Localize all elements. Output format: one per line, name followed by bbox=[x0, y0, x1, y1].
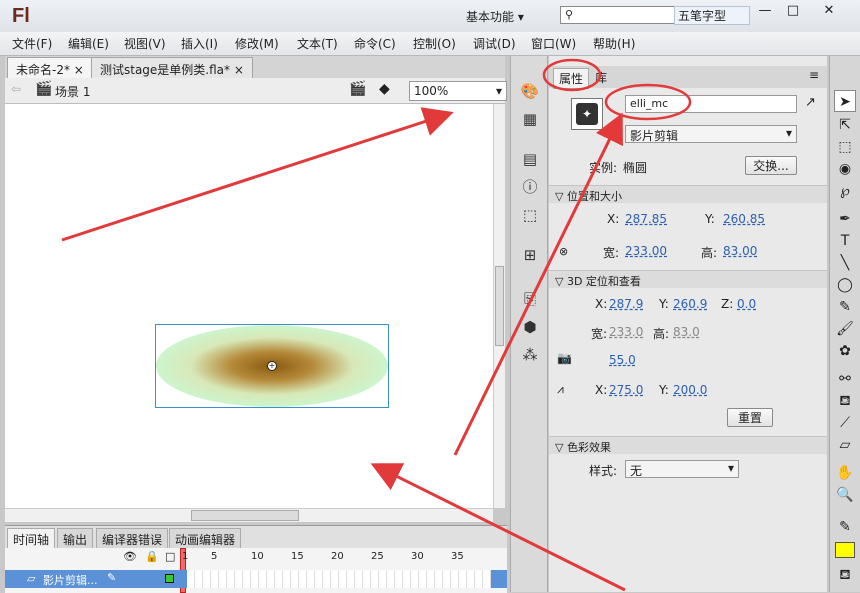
annotation-overlay bbox=[61, 58, 692, 592]
annotation-circle-props-tab bbox=[542, 58, 602, 92]
annotation-circle-instance-name bbox=[604, 83, 692, 121]
annotation-arrow-instance bbox=[453, 112, 623, 456]
annotation-arrow-zoom bbox=[61, 107, 454, 242]
annotation-arrow-stage bbox=[370, 463, 626, 592]
